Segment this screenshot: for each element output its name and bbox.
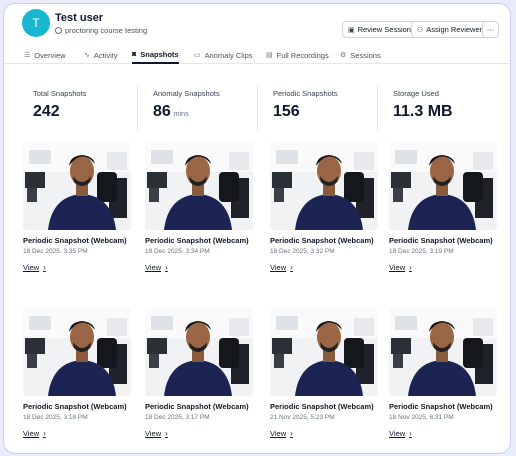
snapshot-date: 21 Nov 2025, 5:23 PM: [270, 414, 335, 421]
stat-label: Periodic Snapshots: [273, 89, 338, 98]
view-link[interactable]: View ›: [270, 429, 293, 438]
tab-overview[interactable]: ☰ Overview: [24, 46, 66, 64]
list-icon: ☰: [24, 52, 31, 59]
snapshot-title: Periodic Snapshot (Webcam): [145, 236, 249, 245]
snapshot-date: 18 Dec 2025, 3:35 PM: [23, 248, 88, 255]
tab-snapshots[interactable]: ◙ Snapshots: [132, 46, 179, 64]
view-link[interactable]: View ›: [270, 263, 293, 272]
stat-label: Anomaly Snapshots: [153, 89, 220, 98]
camera-icon: ◙: [132, 50, 137, 58]
chevron-right-icon: ›: [43, 263, 46, 272]
film-icon: ▤: [266, 52, 273, 59]
snapshot-date: 18 Dec 2025, 3:18 PM: [23, 414, 88, 421]
view-link[interactable]: View ›: [145, 429, 168, 438]
view-label: View: [270, 263, 287, 272]
tab-label: Sessions: [350, 50, 381, 60]
tab-bar: ☰ Overview ∿ Activity ◙ Snapshots ▭ Anom…: [4, 44, 510, 64]
snapshot-date: 18 Dec 2025, 3:32 PM: [270, 248, 335, 255]
snapshot-title: Periodic Snapshot (Webcam): [389, 236, 493, 245]
stat-storage-used: Storage Used 11.3 MB: [378, 80, 498, 136]
view-link[interactable]: View ›: [389, 263, 412, 272]
assign-reviewer-label: Assign Reviewer: [426, 25, 483, 34]
snapshot-date: 18 Nov 2025, 6:31 PM: [389, 414, 454, 421]
session-header: T Test user proctoring course testing ▣ …: [4, 4, 510, 44]
stat-label: Total Snapshots: [33, 89, 87, 98]
stat-value: 86 mins: [153, 103, 189, 120]
tab-label: Overview: [34, 50, 66, 60]
chevron-right-icon: ›: [409, 429, 412, 438]
view-label: View: [23, 429, 40, 438]
more-icon: ···: [486, 25, 495, 34]
snapshot-title: Periodic Snapshot (Webcam): [23, 402, 127, 411]
tab-sessions[interactable]: ⚙ Sessions: [340, 46, 381, 64]
snapshot-thumbnail[interactable]: [23, 308, 131, 396]
user-name: Test user: [55, 12, 104, 24]
chevron-right-icon: ›: [290, 263, 293, 272]
video-icon: ▭: [194, 52, 201, 59]
view-label: View: [145, 429, 162, 438]
sessions-icon: ⚙: [340, 52, 347, 59]
tab-label: Snapshots: [140, 49, 179, 59]
chevron-right-icon: ›: [165, 263, 168, 272]
snapshot-title: Periodic Snapshot (Webcam): [145, 402, 249, 411]
snapshot-date: 18 Dec 2025, 3:17 PM: [145, 414, 210, 421]
chevron-right-icon: ›: [43, 429, 46, 438]
chevron-right-icon: ›: [290, 429, 293, 438]
view-label: View: [270, 429, 287, 438]
avatar: T: [22, 9, 50, 37]
view-link[interactable]: View ›: [23, 429, 46, 438]
review-icon: ▣: [348, 26, 355, 34]
stat-value: 11.3 MB: [393, 103, 453, 120]
snapshot-thumbnail[interactable]: [270, 308, 378, 396]
stat-label: Storage Used: [393, 89, 439, 98]
snapshot-thumbnail[interactable]: [389, 142, 497, 230]
tab-label: Anomaly Clips: [204, 50, 253, 60]
snapshot-title: Periodic Snapshot (Webcam): [270, 402, 374, 411]
stats-row: Total Snapshots 242 Anomaly Snapshots 86…: [18, 80, 501, 136]
link-icon: [55, 27, 62, 34]
view-link[interactable]: View ›: [23, 263, 46, 272]
view-label: View: [23, 263, 40, 272]
tab-full-recordings[interactable]: ▤ Full Recordings: [266, 46, 329, 64]
session-panel: T Test user proctoring course testing ▣ …: [3, 3, 511, 454]
chevron-right-icon: ›: [409, 263, 412, 272]
snapshot-title: Periodic Snapshot (Webcam): [23, 236, 127, 245]
stat-anomaly-snapshots: Anomaly Snapshots 86 mins: [138, 80, 258, 136]
stat-value: 156: [273, 103, 300, 120]
tab-label: Full Recordings: [276, 50, 329, 60]
snapshot-thumbnail[interactable]: [145, 142, 253, 230]
snapshot-thumbnail[interactable]: [270, 142, 378, 230]
course-name: proctoring course testing: [65, 26, 148, 35]
tab-activity[interactable]: ∿ Activity: [84, 46, 118, 64]
review-session-label: Review Session: [357, 25, 411, 34]
view-link[interactable]: View ›: [145, 263, 168, 272]
review-session-button[interactable]: ▣ Review Session: [342, 21, 417, 38]
chevron-right-icon: ›: [165, 429, 168, 438]
stat-total-snapshots: Total Snapshots 242: [18, 80, 138, 136]
assign-reviewer-button[interactable]: ⚇ Assign Reviewer: [411, 21, 489, 38]
tab-label: Activity: [93, 50, 118, 60]
more-options-button[interactable]: ···: [482, 21, 499, 38]
snapshot-thumbnail[interactable]: [23, 142, 131, 230]
view-label: View: [389, 263, 406, 272]
view-link[interactable]: View ›: [389, 429, 412, 438]
view-label: View: [389, 429, 406, 438]
user-plus-icon: ⚇: [417, 26, 424, 34]
activity-icon: ∿: [84, 52, 90, 59]
snapshot-title: Periodic Snapshot (Webcam): [389, 402, 493, 411]
snapshot-date: 18 Dec 2025, 3:19 PM: [389, 248, 454, 255]
stat-unit: mins: [173, 111, 189, 118]
snapshot-thumbnail[interactable]: [145, 308, 253, 396]
course-link[interactable]: proctoring course testing: [55, 26, 147, 35]
stat-periodic-snapshots: Periodic Snapshots 156: [258, 80, 378, 136]
snapshot-date: 18 Dec 2025, 3:34 PM: [145, 248, 210, 255]
tab-anomaly-clips[interactable]: ▭ Anomaly Clips: [194, 46, 253, 64]
snapshot-title: Periodic Snapshot (Webcam): [270, 236, 374, 245]
snapshot-thumbnail[interactable]: [389, 308, 497, 396]
view-label: View: [145, 263, 162, 272]
stat-value: 242: [33, 103, 60, 120]
